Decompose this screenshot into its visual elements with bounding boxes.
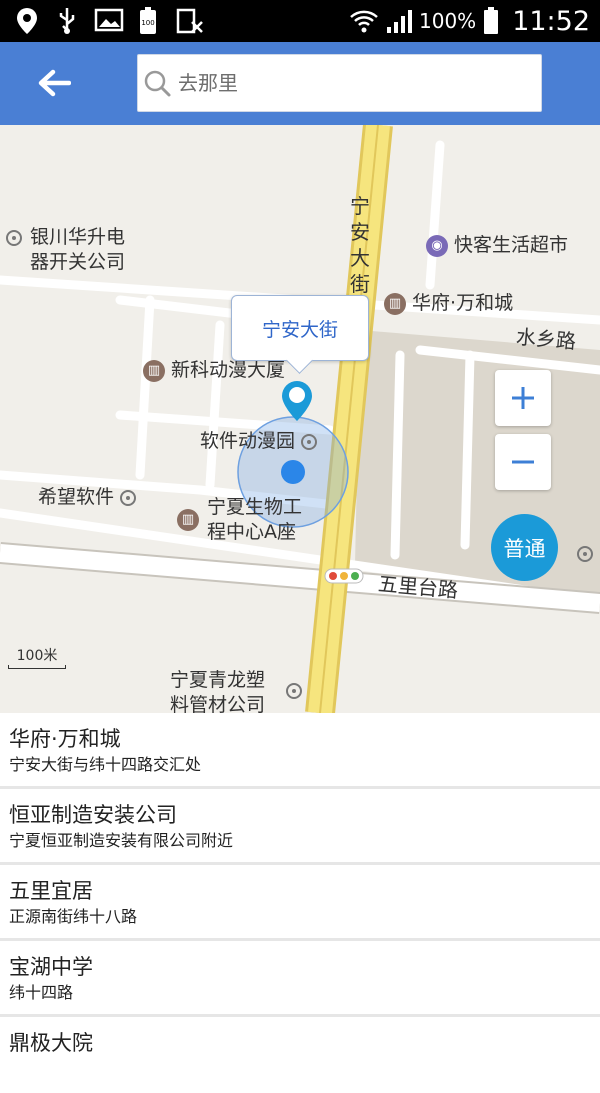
battery-icon: [484, 7, 499, 34]
list-item[interactable]: 恒亚制造安装公司 宁夏恒亚制造安装有限公司附近: [0, 789, 600, 865]
poi-marker-right: [577, 541, 593, 565]
plus-icon: [512, 387, 534, 409]
battery-percent: 100%: [419, 9, 477, 33]
battery-100-icon: 100: [140, 7, 156, 34]
building-icon: ▥: [143, 359, 165, 382]
list-item[interactable]: 华府·万和城 宁安大街与纬十四路交汇处: [0, 713, 600, 789]
back-button[interactable]: [30, 60, 78, 106]
signal-icon: [387, 10, 412, 33]
poi-yinchuan: 银川华升电 器开关公司: [6, 225, 125, 273]
shop-icon: ◉: [426, 234, 448, 257]
result-address: 宁安大街与纬十四路交汇处: [9, 755, 202, 774]
poi-huafu: ▥ 华府·万和城: [384, 291, 513, 315]
poi-marker-icon: [286, 683, 302, 699]
search-box[interactable]: [137, 54, 542, 112]
svg-text:100: 100: [141, 19, 154, 27]
list-item[interactable]: 鼎极大院: [0, 1017, 600, 1093]
result-address: 正源南街纬十八路: [9, 907, 138, 926]
poi-kuaike: ◉ 快客生活超市: [426, 233, 568, 257]
result-name: 华府·万和城: [9, 727, 121, 751]
result-address: 宁夏恒亚制造安装有限公司附近: [9, 831, 234, 850]
building-icon: ▥: [177, 509, 199, 531]
map-mode-button[interactable]: 普通: [491, 514, 558, 581]
map-view[interactable]: 宁安大街 水乡路 五里台路 银川华升电 器开关公司 ◉ 快客生活超市 ▥ 华府·…: [0, 125, 600, 713]
location-callout[interactable]: 宁安大街: [231, 295, 369, 361]
back-arrow-icon: [38, 69, 71, 97]
poi-marker-icon: [120, 489, 137, 506]
poi-software-park: 软件动漫园: [200, 429, 318, 453]
clock: 11:52: [512, 5, 590, 37]
no-sim-icon: [176, 8, 203, 34]
road-label-shuixiang: 水乡路: [515, 324, 577, 354]
poi-xiwang: 希望软件: [38, 485, 137, 509]
poi-xinke: ▥ 新科动漫大厦: [143, 358, 285, 382]
building-icon: ▥: [384, 292, 406, 315]
location-icon: [17, 8, 37, 34]
wifi-icon: [350, 10, 378, 33]
status-bar: 100 100% 11:52: [0, 0, 600, 42]
result-list: 华府·万和城 宁安大街与纬十四路交汇处 恒亚制造安装公司 宁夏恒亚制造安装有限公…: [0, 713, 600, 1093]
result-address: 纬十四路: [9, 983, 74, 1002]
poi-marker-icon: [301, 433, 318, 450]
search-input[interactable]: [176, 70, 516, 96]
poi-marker-icon: [6, 229, 22, 246]
zoom-out-button[interactable]: [495, 434, 551, 490]
result-name: 鼎极大院: [9, 1031, 93, 1055]
app-header: [0, 42, 600, 125]
result-name: 五里宜居: [9, 879, 93, 903]
usb-icon: [59, 8, 75, 34]
road-label-ningan: 宁安大街: [350, 194, 370, 296]
result-name: 宝湖中学: [9, 955, 93, 979]
list-item[interactable]: 宝湖中学 纬十四路: [0, 941, 600, 1017]
search-icon: [144, 70, 171, 97]
poi-marker-icon: [577, 545, 593, 562]
result-name: 恒亚制造安装公司: [9, 803, 177, 827]
zoom-in-button[interactable]: [495, 370, 551, 426]
image-icon: [94, 8, 124, 32]
minus-icon: [512, 460, 534, 464]
list-item[interactable]: 五里宜居 正源南街纬十八路: [0, 865, 600, 941]
map-scale: 100米: [8, 645, 66, 669]
poi-qinglong: 宁夏青龙塑 料管材公司: [170, 668, 310, 713]
